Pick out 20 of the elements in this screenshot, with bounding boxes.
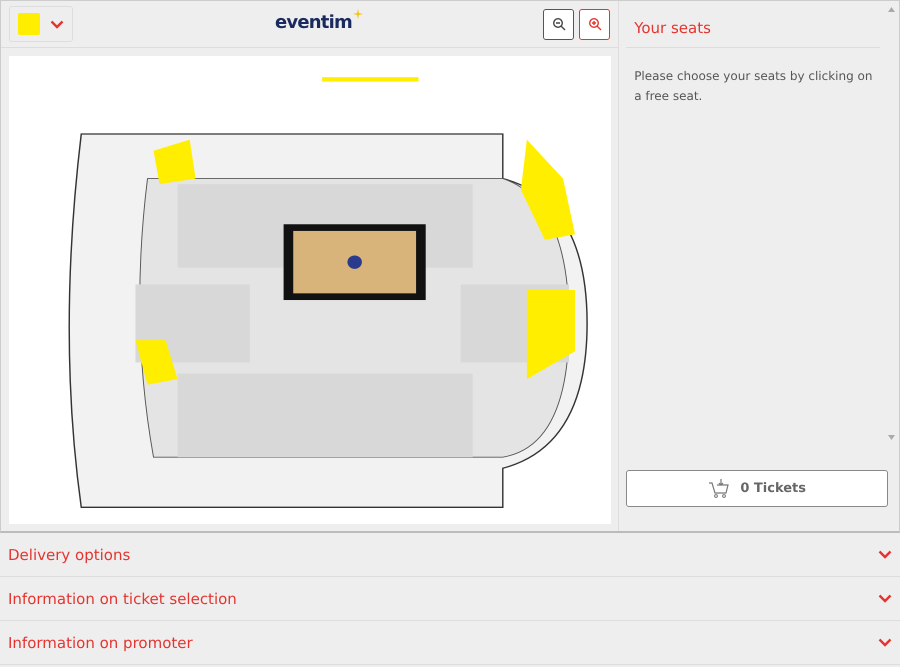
zoom-in-button[interactable] (579, 8, 610, 40)
accordion-header[interactable]: Information on ticket selection (0, 577, 900, 621)
cart-button[interactable]: 0 Tickets (626, 470, 888, 507)
scroll-down-icon[interactable] (888, 435, 896, 440)
zoom-out-button[interactable] (543, 8, 574, 40)
chevron-icon (50, 20, 64, 28)
zoom-out-icon (552, 17, 566, 31)
chevron-icon (878, 550, 892, 559)
panel-title: Your seats (626, 1, 880, 48)
logo: eventim (275, 13, 352, 33)
hint-text: Please choose your seats by clicking on a free seat. (633, 68, 874, 105)
chevron-icon (878, 638, 892, 647)
scroll-up-icon[interactable] (888, 7, 896, 12)
sparkle-icon (353, 9, 363, 19)
cart-icon (708, 478, 730, 498)
chevron-icon (878, 594, 892, 603)
accordion-header[interactable]: Information on promoter (0, 621, 900, 665)
category-select[interactable] (9, 6, 73, 42)
zoom-in-icon (588, 17, 602, 31)
accordion-header[interactable]: Delivery options (0, 533, 900, 577)
